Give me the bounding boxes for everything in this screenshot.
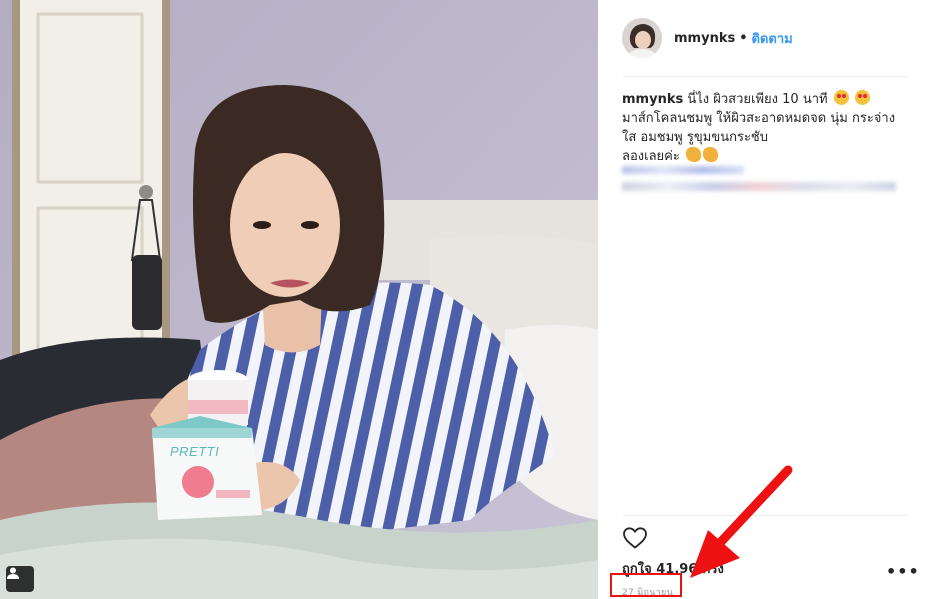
heart-icon bbox=[622, 527, 648, 554]
blurred-hashtags bbox=[622, 182, 896, 191]
post-sidebar: mmynks • ติดตาม mmynks นี่ไง ผิวสวยเพียง… bbox=[598, 0, 932, 599]
photo-illustration bbox=[0, 0, 598, 599]
highlight-box bbox=[610, 573, 682, 597]
follow-button[interactable]: ติดตาม bbox=[752, 28, 793, 49]
header-username[interactable]: mmynks bbox=[674, 31, 735, 46]
post-caption: mmynks นี่ไง ผิวสวยเพียง 10 นาที มาส์กโค… bbox=[622, 90, 902, 166]
clapping-hands-emoji bbox=[702, 147, 718, 162]
more-options-icon[interactable]: ••• bbox=[886, 562, 920, 581]
post-header: mmynks • ติดตาม bbox=[622, 16, 793, 60]
user-tag-button[interactable] bbox=[6, 566, 34, 592]
caption-line-3: ใส อมชมพู รูขุมขนกระชับ bbox=[622, 130, 769, 145]
header-divider bbox=[622, 76, 908, 77]
actions-divider bbox=[622, 515, 908, 516]
heart-eyes-emoji bbox=[854, 90, 870, 105]
caption-line-2: มาส์กโคลนชมพู ให้ผิวสะอาดหมดจด นุ่ม กระจ… bbox=[622, 111, 896, 126]
heart-eyes-emoji bbox=[833, 90, 849, 105]
caption-line-4: ลองเลยค่ะ bbox=[622, 149, 680, 164]
clapping-hands-emoji bbox=[685, 147, 701, 162]
avatar[interactable] bbox=[622, 18, 662, 58]
blurred-hashtags bbox=[622, 166, 744, 174]
caption-line-1: นี่ไง ผิวสวยเพียง 10 นาที bbox=[687, 92, 828, 107]
caption-username[interactable]: mmynks bbox=[622, 92, 683, 107]
post-photo[interactable]: PRETTI bbox=[0, 0, 598, 599]
product-brand-label: PRETTI bbox=[170, 444, 220, 459]
like-button[interactable] bbox=[622, 526, 648, 550]
header-separator: • bbox=[739, 30, 748, 46]
